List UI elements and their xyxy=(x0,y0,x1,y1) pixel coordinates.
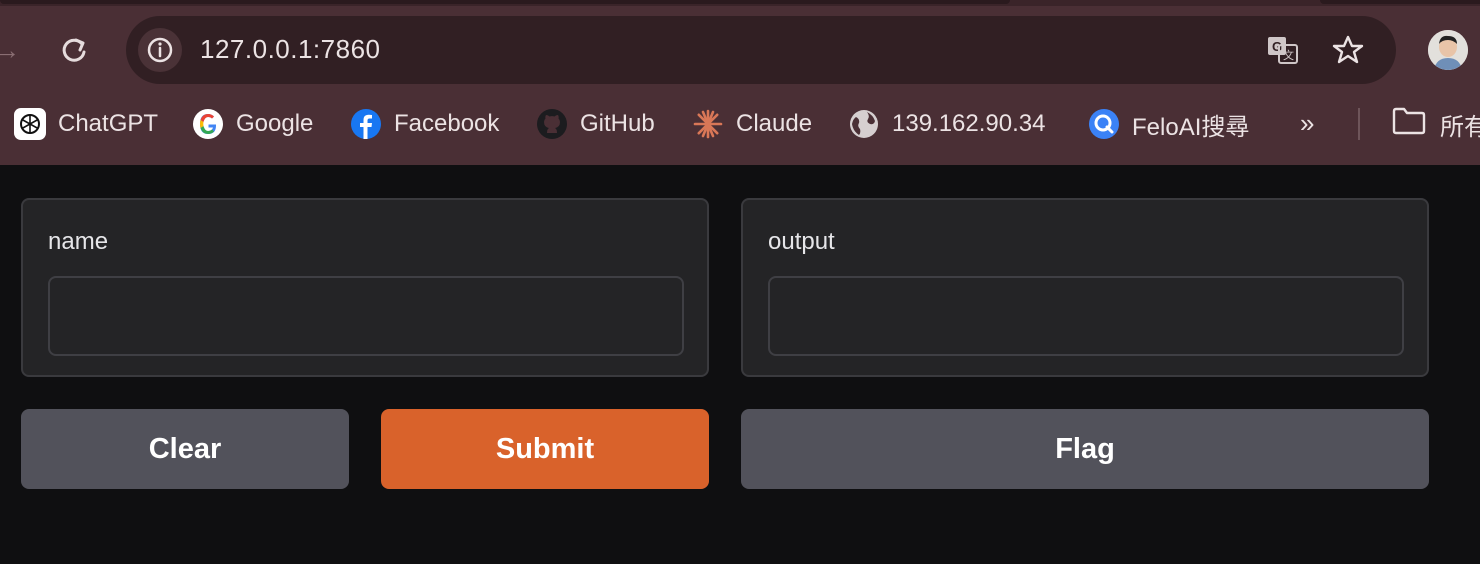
bookmark-claude[interactable]: Claude xyxy=(692,104,812,144)
github-icon xyxy=(536,108,568,140)
clear-button[interactable]: Clear xyxy=(21,409,349,489)
feloai-icon xyxy=(1088,108,1120,140)
output-label: output xyxy=(768,228,835,255)
tab-strip xyxy=(0,0,1480,6)
chatgpt-icon xyxy=(14,108,46,140)
bookmark-chatgpt[interactable]: ChatGPT xyxy=(14,104,158,144)
facebook-icon xyxy=(350,108,382,140)
site-info-icon[interactable] xyxy=(138,28,182,72)
bookmark-github[interactable]: GitHub xyxy=(536,104,655,144)
claude-icon xyxy=(692,108,724,140)
bookmark-label: FeloAI搜尋 xyxy=(1132,113,1250,141)
address-bar[interactable]: 127.0.0.1:7860 G 文 xyxy=(126,16,1396,84)
browser-chrome: → 127.0.0.1:7860 G 文 ChatGPT Google Face… xyxy=(0,0,1480,165)
bookmark-label: GitHub xyxy=(580,110,655,137)
profile-avatar[interactable] xyxy=(1428,30,1468,70)
translate-icon[interactable]: G 文 xyxy=(1266,33,1300,67)
name-input[interactable] xyxy=(48,276,684,356)
bookmark-label: Google xyxy=(236,110,314,137)
forward-icon[interactable]: → xyxy=(0,34,20,66)
bookmark-ip[interactable]: 139.162.90.34 xyxy=(848,104,1045,144)
browser-tab[interactable] xyxy=(0,0,1010,4)
bookmarks-overflow-icon[interactable]: » xyxy=(1300,108,1314,139)
name-label: name xyxy=(48,228,109,255)
folder-icon xyxy=(1392,107,1426,142)
bookmarks-divider xyxy=(1358,108,1360,140)
bookmark-label: Claude xyxy=(736,110,813,137)
url-text[interactable]: 127.0.0.1:7860 xyxy=(200,34,381,65)
bookmark-label: Facebook xyxy=(394,110,500,137)
flag-button[interactable]: Flag xyxy=(741,409,1429,489)
submit-button[interactable]: Submit xyxy=(381,409,709,489)
output-panel: output xyxy=(741,198,1429,377)
google-icon xyxy=(192,108,224,140)
bookmark-label: 139.162.90.34 xyxy=(892,110,1046,137)
bookmark-feloai[interactable]: FeloAI搜尋 xyxy=(1088,104,1249,144)
bookmark-facebook[interactable]: Facebook xyxy=(350,104,499,144)
bookmark-label: 所有 xyxy=(1440,113,1480,141)
svg-text:文: 文 xyxy=(1283,48,1294,62)
bookmark-folder-all[interactable]: 所有 xyxy=(1392,104,1480,144)
browser-tab[interactable] xyxy=(1320,0,1480,4)
bookmark-google[interactable]: Google xyxy=(192,104,313,144)
reload-icon[interactable] xyxy=(58,32,90,68)
input-panel: name xyxy=(21,198,709,377)
svg-text:G: G xyxy=(1272,39,1282,54)
bookmark-star-icon[interactable] xyxy=(1331,33,1365,67)
globe-icon xyxy=(848,108,880,140)
bookmark-label: ChatGPT xyxy=(58,110,159,137)
app-page: name output Clear Submit Flag xyxy=(0,165,1480,564)
output-textbox xyxy=(768,276,1404,356)
